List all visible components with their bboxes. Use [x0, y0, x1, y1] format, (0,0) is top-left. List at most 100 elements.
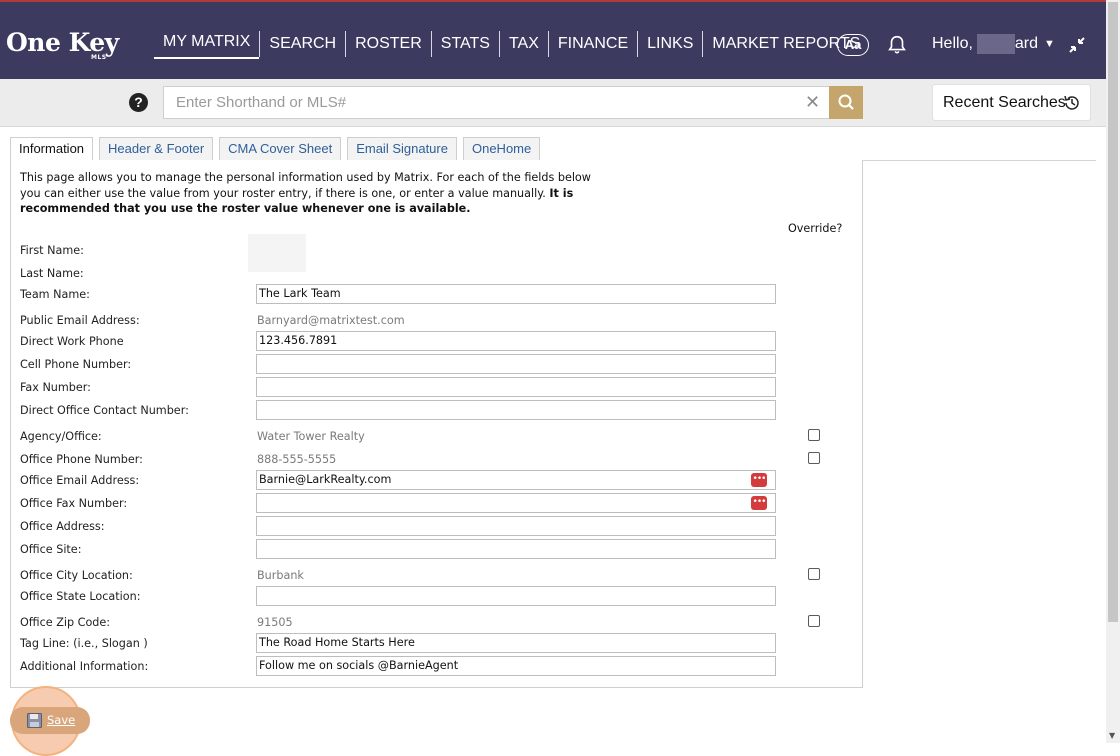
first-name-label: First Name: — [20, 244, 84, 257]
bell-icon[interactable] — [886, 34, 908, 56]
office-zip-value: 91505 — [257, 616, 293, 629]
direct-work-phone-label: Direct Work Phone — [20, 335, 124, 348]
office-fax-input[interactable] — [256, 493, 776, 513]
override-header: Override? — [788, 222, 843, 235]
tab-information[interactable]: Information — [10, 137, 94, 161]
office-zip-override-checkbox[interactable] — [808, 615, 820, 627]
user-menu[interactable]: Hello, ard ▼ — [932, 34, 1055, 54]
row-additional-info: Additional Information: Follow me on soc… — [20, 656, 850, 678]
office-phone-value: 888-555-5555 — [257, 453, 337, 466]
cell-phone-label: Cell Phone Number: — [20, 358, 132, 371]
top-nav-bar: One Key MLS MY MATRIX SEARCH ROSTER STAT… — [0, 0, 1106, 79]
row-first-name: First Name: — [20, 241, 850, 263]
information-panel — [10, 160, 863, 688]
history-icon — [1064, 95, 1079, 110]
office-address-label: Office Address: — [20, 520, 105, 533]
recent-searches-label: Recent Searches — [943, 94, 1066, 111]
office-address-input[interactable] — [256, 516, 776, 536]
onekey-logo[interactable]: One Key MLS — [6, 28, 119, 61]
office-city-label: Office City Location: — [20, 569, 133, 582]
office-email-label: Office Email Address: — [20, 474, 140, 487]
direct-office-contact-input[interactable] — [256, 400, 776, 420]
nav-my-matrix[interactable]: MY MATRIX — [154, 29, 260, 59]
office-city-value: Burbank — [257, 569, 304, 582]
office-email-input[interactable]: Barnie@LarkRealty.com — [256, 470, 776, 490]
row-office-zip: Office Zip Code: 91505 — [20, 613, 850, 635]
row-office-phone: Office Phone Number: 888-555-5555 — [20, 450, 850, 472]
row-tag-line: Tag Line: (i.e., Slogan ) The Road Home … — [20, 633, 850, 655]
intro-text: This page allows you to manage the perso… — [20, 170, 600, 217]
office-state-label: Office State Location: — [20, 590, 141, 603]
magnifier-icon — [838, 94, 854, 110]
row-agency-office: Agency/Office: Water Tower Realty — [20, 427, 850, 449]
last-name-label: Last Name: — [20, 267, 84, 280]
team-name-label: Team Name: — [20, 288, 90, 301]
redacted-name — [976, 34, 1015, 54]
row-office-email: Office Email Address: Barnie@LarkRealty.… — [20, 470, 850, 492]
logo-sub: MLS — [91, 54, 107, 61]
row-office-address: Office Address: — [20, 516, 850, 538]
public-email-label: Public Email Address: — [20, 314, 140, 327]
font-size-button[interactable]: Aa — [837, 34, 869, 56]
tab-email-signature[interactable]: Email Signature — [347, 137, 457, 160]
office-zip-label: Office Zip Code: — [20, 616, 111, 629]
office-state-input[interactable] — [256, 586, 776, 606]
search-bar-row: ? ✕ Recent Searches — [0, 79, 1106, 127]
tab-onehome[interactable]: OneHome — [462, 137, 541, 160]
row-office-state: Office State Location: — [20, 586, 850, 608]
settings-tabs: Information Header & Footer CMA Cover Sh… — [10, 137, 546, 161]
row-direct-office-contact: Direct Office Contact Number: — [20, 400, 850, 422]
logo-text: One Key — [6, 28, 119, 57]
office-site-label: Office Site: — [20, 543, 82, 556]
chevron-down-icon: ▼ — [1044, 38, 1055, 50]
save-label: Save — [47, 713, 76, 727]
agency-office-override-checkbox[interactable] — [808, 429, 820, 441]
fax-input[interactable] — [256, 377, 776, 397]
password-manager-icon[interactable]: ••• — [751, 496, 767, 510]
direct-work-phone-input[interactable]: 123.456.7891 — [256, 331, 776, 351]
office-city-override-checkbox[interactable] — [808, 568, 820, 580]
collapse-arrows-icon[interactable] — [1068, 36, 1086, 54]
row-office-fax: Office Fax Number: ••• — [20, 493, 850, 515]
hello-prefix: Hello, — [932, 35, 973, 52]
shorthand-search-input[interactable] — [163, 86, 830, 119]
row-cell-phone: Cell Phone Number: — [20, 354, 850, 376]
row-office-site: Office Site: — [20, 539, 850, 561]
search-go-button[interactable] — [829, 86, 863, 119]
password-manager-icon[interactable]: ••• — [751, 473, 767, 487]
agency-office-value: Water Tower Realty — [257, 430, 365, 443]
team-name-input[interactable]: The Lark Team — [256, 284, 776, 304]
tag-line-input[interactable]: The Road Home Starts Here — [256, 633, 776, 653]
office-phone-override-checkbox[interactable] — [808, 452, 820, 464]
direct-office-contact-label: Direct Office Contact Number: — [20, 404, 189, 417]
nav-stats[interactable]: STATS — [430, 31, 499, 57]
hello-suffix: ard — [1014, 35, 1039, 52]
nav-search[interactable]: SEARCH — [259, 31, 345, 57]
row-fax: Fax Number: — [20, 377, 850, 399]
nav-links[interactable]: LINKS — [637, 31, 702, 57]
tab-cma-cover-sheet[interactable]: CMA Cover Sheet — [219, 137, 342, 160]
additional-info-input[interactable]: Follow me on socials @BarnieAgent — [256, 656, 776, 676]
main-nav: MY MATRIX SEARCH ROSTER STATS TAX FINANC… — [154, 29, 869, 59]
recent-searches-button[interactable]: Recent Searches — [932, 84, 1091, 121]
row-last-name: Last Name: — [20, 264, 850, 286]
nav-finance[interactable]: FINANCE — [547, 31, 637, 57]
row-public-email: Public Email Address: Barnyard@matrixtes… — [20, 311, 850, 333]
save-button[interactable]: Save — [10, 707, 90, 734]
nav-tax[interactable]: TAX — [498, 31, 548, 57]
nav-roster[interactable]: ROSTER — [345, 31, 431, 57]
office-fax-label: Office Fax Number: — [20, 497, 128, 510]
row-office-city: Office City Location: Burbank — [20, 566, 850, 588]
scrollbar-thumb[interactable] — [1108, 2, 1118, 622]
office-site-input[interactable] — [256, 539, 776, 559]
agency-office-label: Agency/Office: — [20, 430, 102, 443]
office-phone-label: Office Phone Number: — [20, 453, 143, 466]
tab-header-footer[interactable]: Header & Footer — [99, 137, 214, 160]
tag-line-label: Tag Line: (i.e., Slogan ) — [20, 637, 148, 650]
public-email-value: Barnyard@matrixtest.com — [257, 314, 405, 327]
floppy-disk-icon — [27, 713, 42, 728]
help-icon[interactable]: ? — [129, 93, 148, 112]
close-icon[interactable]: ✕ — [805, 92, 820, 113]
cell-phone-input[interactable] — [256, 354, 776, 374]
scroll-down-arrow-icon[interactable]: ▼ — [1109, 731, 1115, 740]
